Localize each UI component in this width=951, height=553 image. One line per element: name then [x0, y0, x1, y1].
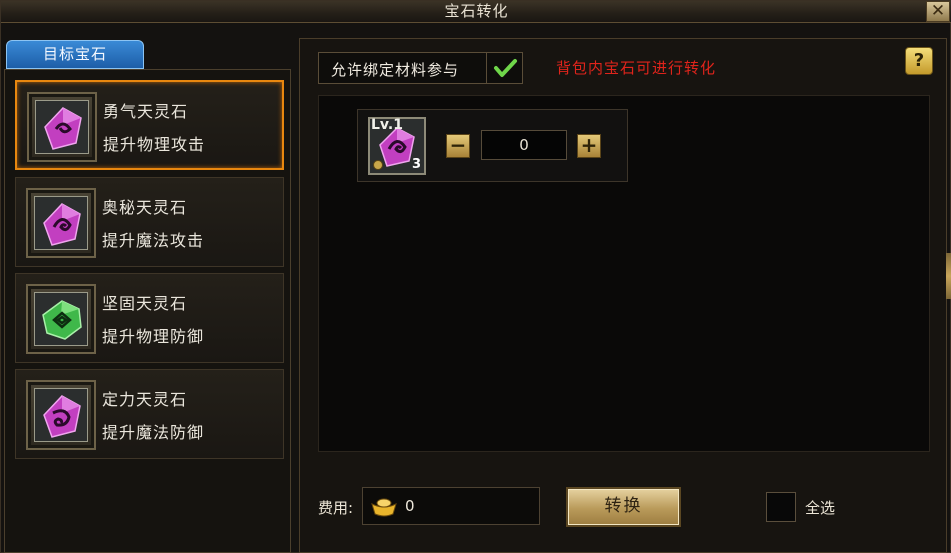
allow-bind-toggle[interactable]: 允许绑定材料参与: [318, 52, 523, 84]
checkmark-icon[interactable]: [486, 53, 522, 83]
gem-item-focus[interactable]: 定力天灵石 提升魔法防御: [15, 369, 284, 459]
gem-convert-window: 宝石转化 ✕ 目标宝石 勇气天灵石 提升物理攻击 奥秘天灵石 提升魔法攻击 坚固…: [0, 0, 951, 553]
gold-ingot-icon: [371, 498, 397, 517]
side-handle: [946, 253, 951, 299]
gem-slot: [26, 188, 96, 258]
purple-gem-icon: [34, 196, 88, 250]
gem-name: 勇气天灵石: [103, 102, 189, 121]
gem-desc: 提升物理防御: [102, 327, 205, 346]
gem-level: Lv.1: [371, 117, 403, 133]
gem-slot: [27, 92, 97, 162]
window-title: 宝石转化: [444, 2, 509, 20]
convert-button[interactable]: 转换: [566, 487, 681, 527]
close-button[interactable]: ✕: [926, 1, 950, 22]
convert-panel: 允许绑定材料参与 背包内宝石可进行转化 ? Lv.1 3 − 0 + 费用: 0…: [299, 38, 947, 553]
decrease-button[interactable]: −: [446, 134, 470, 158]
tab-target-gem[interactable]: 目标宝石: [6, 40, 144, 69]
gem-desc: 提升魔法攻击: [102, 231, 205, 250]
fee-box: 0: [362, 487, 540, 525]
gem-item-sturdy[interactable]: 坚固天灵石 提升物理防御: [15, 273, 284, 363]
gem-desc: 提升物理攻击: [103, 135, 206, 154]
green-gem-icon: [34, 292, 88, 346]
gem-item-mystery[interactable]: 奥秘天灵石 提升魔法攻击: [15, 177, 284, 267]
purple-gem-icon: [34, 388, 88, 442]
notice-text: 背包内宝石可进行转化: [556, 59, 717, 77]
gem-name: 定力天灵石: [102, 390, 188, 409]
increase-button[interactable]: +: [577, 134, 601, 158]
lock-icon: [373, 160, 383, 170]
fee-label: 费用:: [318, 499, 354, 517]
allow-bind-label: 允许绑定材料参与: [331, 61, 460, 79]
target-gem-list: 勇气天灵石 提升物理攻击 奥秘天灵石 提升魔法攻击 坚固天灵石 提升物理防御 定…: [4, 69, 291, 553]
gem-count: 3: [411, 157, 421, 172]
purple-gem-icon: [35, 100, 89, 154]
select-all-label: 全选: [805, 499, 836, 517]
title-bar: 宝石转化 ✕: [1, 1, 951, 23]
gem-name: 坚固天灵石: [102, 294, 188, 313]
gem-slot: [26, 380, 96, 450]
gem-desc: 提升魔法防御: [102, 423, 205, 442]
select-all-checkbox[interactable]: [766, 492, 796, 522]
quantity-input[interactable]: 0: [481, 130, 567, 160]
source-gem-area: Lv.1 3 − 0 +: [318, 95, 930, 452]
source-gem-row: Lv.1 3 − 0 +: [357, 109, 628, 182]
help-button[interactable]: ?: [905, 47, 933, 75]
fee-value: 0: [405, 497, 415, 515]
source-gem-slot[interactable]: Lv.1 3: [368, 117, 426, 175]
gem-item-courage[interactable]: 勇气天灵石 提升物理攻击: [15, 80, 284, 170]
gem-name: 奥秘天灵石: [102, 198, 188, 217]
gem-slot: [26, 284, 96, 354]
